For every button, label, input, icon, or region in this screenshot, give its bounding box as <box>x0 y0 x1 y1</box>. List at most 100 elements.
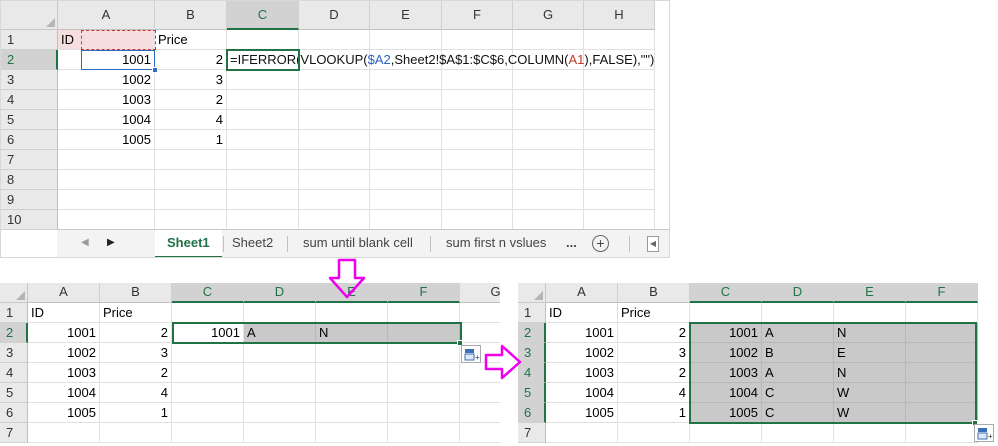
cell-e5[interactable]: W <box>834 383 906 403</box>
cell-f3[interactable] <box>388 343 460 363</box>
cell-c5[interactable] <box>227 110 299 130</box>
cell-f5[interactable] <box>442 110 513 130</box>
cell-d4[interactable] <box>244 363 316 383</box>
cell-h8[interactable] <box>584 170 655 190</box>
cell-d3[interactable]: B <box>762 343 834 363</box>
cell-h4[interactable] <box>584 90 655 110</box>
cell-e4[interactable] <box>370 90 442 110</box>
cell-g7[interactable] <box>513 150 584 170</box>
cell-f10[interactable] <box>442 210 513 230</box>
cell-e1[interactable] <box>370 30 442 50</box>
cell-a5[interactable]: 1004 <box>58 110 155 130</box>
cell-a3[interactable]: 1002 <box>546 343 618 363</box>
cell-c8[interactable] <box>227 170 299 190</box>
cell-a2[interactable]: 1001 <box>28 323 100 343</box>
cell-e9[interactable] <box>370 190 442 210</box>
cell-f7[interactable] <box>442 150 513 170</box>
column-header-f[interactable]: F <box>442 1 513 30</box>
row-header-6[interactable]: 6 <box>1 130 58 150</box>
cell-f4[interactable] <box>906 363 978 383</box>
cell-b2[interactable]: 2 <box>100 323 172 343</box>
cell-e1[interactable] <box>316 303 388 323</box>
cell-d7[interactable] <box>299 150 370 170</box>
cell-a8[interactable] <box>58 170 155 190</box>
cell-c7[interactable] <box>227 150 299 170</box>
cell-c1[interactable] <box>227 30 299 50</box>
tab-scroll-left-icon[interactable]: ◀ <box>81 237 89 248</box>
cell-d10[interactable] <box>299 210 370 230</box>
cell-c1[interactable] <box>172 303 244 323</box>
cell-a1[interactable]: ID <box>28 303 100 323</box>
column-header-c[interactable]: C <box>690 283 762 303</box>
column-header-f[interactable]: F <box>388 283 460 303</box>
cell-d6[interactable] <box>244 403 316 423</box>
cell-e8[interactable] <box>370 170 442 190</box>
cell-c2[interactable]: 1001 <box>690 323 762 343</box>
cell-d1[interactable] <box>244 303 316 323</box>
cell-e3[interactable] <box>316 343 388 363</box>
cell-a7[interactable] <box>58 150 155 170</box>
cell-f8[interactable] <box>442 170 513 190</box>
cell-b1[interactable]: Price <box>100 303 172 323</box>
cell-f1[interactable] <box>388 303 460 323</box>
cell-e6[interactable]: W <box>834 403 906 423</box>
cell-a7[interactable] <box>546 423 618 443</box>
row-header-1[interactable]: 1 <box>518 303 546 323</box>
cell-e6[interactable] <box>370 130 442 150</box>
cell-h1[interactable] <box>584 30 655 50</box>
cell-b5[interactable]: 4 <box>100 383 172 403</box>
row-header-4[interactable]: 4 <box>0 363 28 383</box>
cell-e1[interactable] <box>834 303 906 323</box>
column-header-a[interactable]: A <box>546 283 618 303</box>
cell-h7[interactable] <box>584 150 655 170</box>
cell-c3[interactable] <box>227 70 299 90</box>
row-header-3[interactable]: 3 <box>518 343 546 363</box>
cell-a3[interactable]: 1002 <box>28 343 100 363</box>
tab-sheet2[interactable]: Sheet2 <box>232 230 273 257</box>
select-all-corner[interactable] <box>0 283 28 303</box>
tab-scroll-right-icon[interactable]: ▶ <box>107 237 115 248</box>
column-header-h[interactable]: H <box>584 1 655 30</box>
column-header-a[interactable]: A <box>28 283 100 303</box>
cell-e6[interactable] <box>316 403 388 423</box>
cell-f4[interactable] <box>442 90 513 110</box>
cell-c1[interactable] <box>690 303 762 323</box>
cell-b7[interactable] <box>155 150 227 170</box>
cell-b6[interactable]: 1 <box>618 403 690 423</box>
cell-g2[interactable] <box>460 323 500 343</box>
cell-h9[interactable] <box>584 190 655 210</box>
cell-b1[interactable]: Price <box>618 303 690 323</box>
cell-c6[interactable] <box>227 130 299 150</box>
cell-b4[interactable]: 2 <box>618 363 690 383</box>
cell-g5[interactable] <box>513 110 584 130</box>
column-header-b[interactable]: B <box>618 283 690 303</box>
cell-f2[interactable] <box>388 323 460 343</box>
row-header-5[interactable]: 5 <box>0 383 28 403</box>
cell-e3[interactable]: E <box>834 343 906 363</box>
cell-c3[interactable] <box>172 343 244 363</box>
cell-f3[interactable] <box>906 343 978 363</box>
cell-a6[interactable]: 1005 <box>28 403 100 423</box>
cell-g7[interactable] <box>460 423 500 443</box>
tab-sum-first-n-values[interactable]: sum first n vslues <box>446 230 546 257</box>
cell-b8[interactable] <box>155 170 227 190</box>
select-all-corner[interactable] <box>1 1 58 30</box>
cell-f3[interactable] <box>442 70 513 90</box>
cell-f5[interactable] <box>906 383 978 403</box>
cell-h6[interactable] <box>584 130 655 150</box>
cell-a6[interactable]: 1005 <box>546 403 618 423</box>
cell-c10[interactable] <box>227 210 299 230</box>
cell-a10[interactable] <box>58 210 155 230</box>
cell-b2[interactable]: 2 <box>155 50 227 70</box>
cell-a2[interactable]: 1001 <box>546 323 618 343</box>
cell-c9[interactable] <box>227 190 299 210</box>
row-header-5[interactable]: 5 <box>518 383 546 403</box>
column-header-d[interactable]: D <box>299 1 370 30</box>
paste-options-icon[interactable]: + <box>974 424 994 442</box>
cell-g1[interactable] <box>513 30 584 50</box>
cell-c6[interactable]: 1005 <box>690 403 762 423</box>
cell-g3[interactable] <box>513 70 584 90</box>
cell-f1[interactable] <box>906 303 978 323</box>
column-header-e[interactable]: E <box>834 283 906 303</box>
cell-g8[interactable] <box>513 170 584 190</box>
